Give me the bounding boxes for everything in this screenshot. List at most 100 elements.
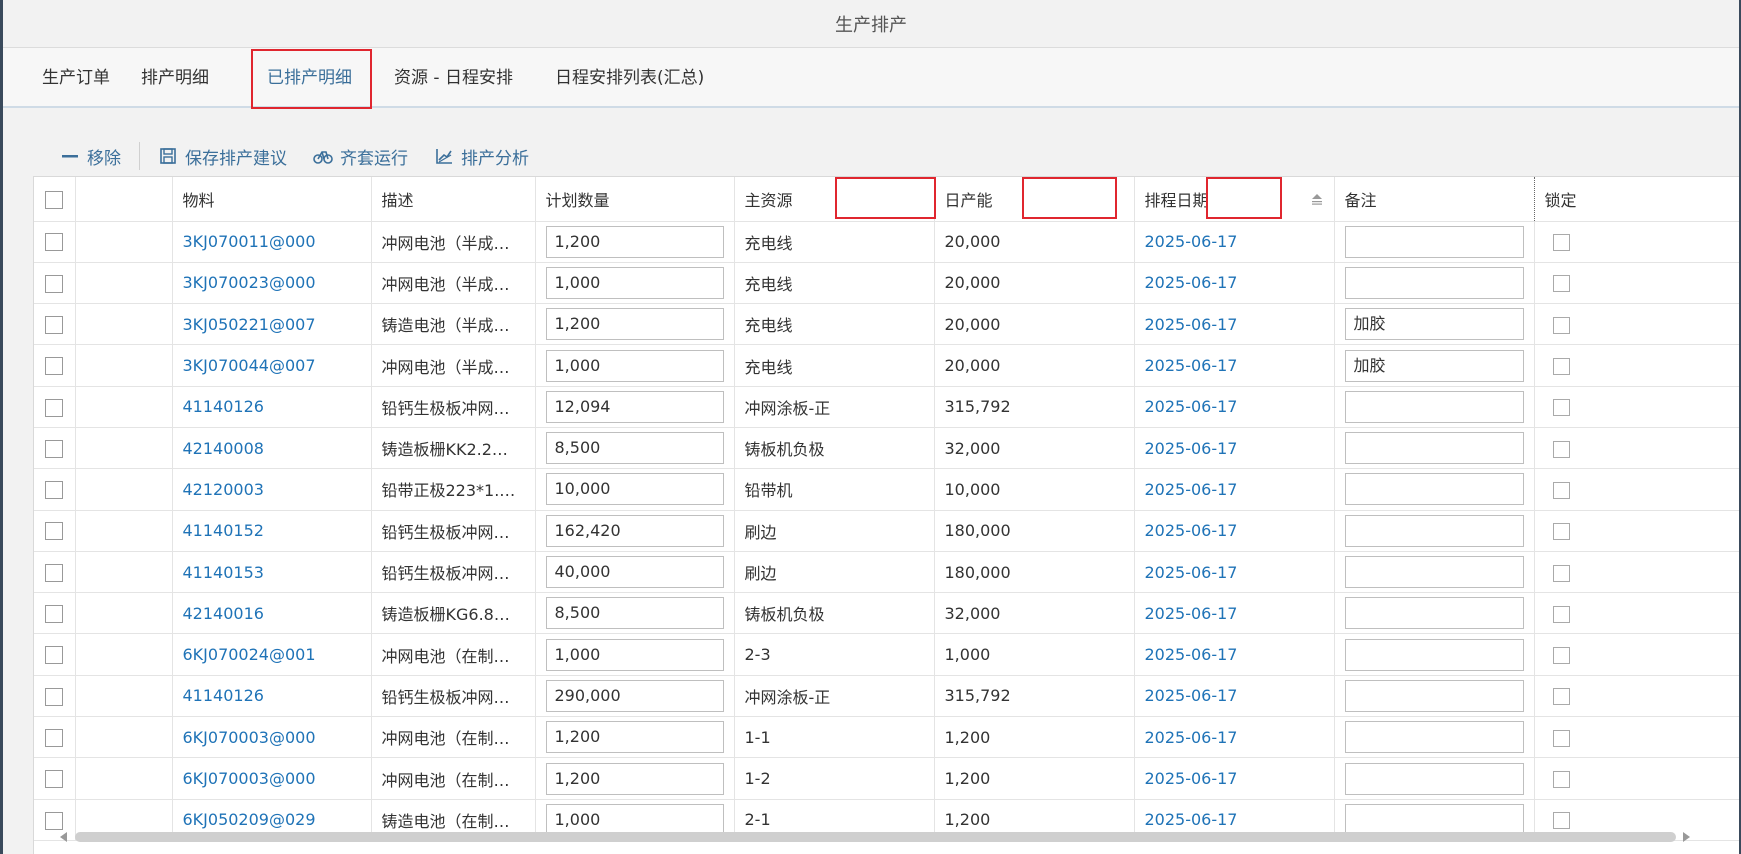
- row-select-checkbox[interactable]: [45, 522, 64, 541]
- planned-qty-input[interactable]: 290,000: [545, 679, 724, 712]
- schedule-date-link[interactable]: 2025-06-17: [1134, 468, 1335, 511]
- schedule-date-link[interactable]: 2025-06-17: [1134, 592, 1335, 635]
- header-daily-capacity[interactable]: 日产能: [934, 177, 1135, 222]
- material-link[interactable]: 41140126: [172, 675, 372, 718]
- material-link[interactable]: 6KJ070024@001: [172, 633, 372, 676]
- planned-qty-input[interactable]: 1,000: [545, 266, 724, 299]
- material-link[interactable]: 41140153: [172, 551, 372, 594]
- schedule-date-link[interactable]: 2025-06-17: [1134, 551, 1335, 594]
- row-select-checkbox[interactable]: [45, 605, 64, 624]
- material-link[interactable]: 41140126: [172, 386, 372, 428]
- header-material[interactable]: 物料: [172, 177, 372, 222]
- scheduling-analysis-button[interactable]: 排产分析: [434, 144, 529, 169]
- schedule-date-link[interactable]: 2025-06-17: [1134, 427, 1335, 470]
- planned-qty-input[interactable]: 1,000: [545, 803, 724, 836]
- table-row[interactable]: 42120003 铅带正极223*1.… 10,000 铅带机 10,000 2025-0…: [34, 468, 1739, 511]
- row-select-checkbox[interactable]: [45, 811, 64, 830]
- material-link[interactable]: 3KJ070044@007: [172, 344, 372, 387]
- lock-checkbox[interactable]: [1552, 812, 1570, 830]
- table-row[interactable]: 6KJ070024@001 冲网电池（在制… 1,000 2-3 1,000 2025-0…: [34, 633, 1739, 676]
- material-link[interactable]: 42140016: [172, 592, 372, 635]
- row-select-checkbox[interactable]: [45, 646, 64, 665]
- lock-checkbox[interactable]: [1552, 523, 1570, 541]
- scroll-left-arrow-icon[interactable]: [60, 832, 67, 842]
- schedule-date-link[interactable]: 2025-06-17: [1134, 386, 1335, 428]
- remark-input[interactable]: [1344, 390, 1524, 423]
- material-link[interactable]: 42140008: [172, 427, 372, 470]
- remark-input[interactable]: [1344, 638, 1524, 671]
- schedule-date-link[interactable]: 2025-06-17: [1134, 675, 1335, 718]
- row-select-checkbox[interactable]: [45, 439, 64, 458]
- sort-ascending-icon[interactable]: [1310, 192, 1324, 206]
- horizontal-scrollbar[interactable]: [75, 832, 1676, 842]
- row-select-checkbox[interactable]: [45, 687, 64, 706]
- header-lock[interactable]: 锁定: [1534, 177, 1739, 222]
- schedule-date-link[interactable]: 2025-06-17: [1134, 262, 1335, 305]
- schedule-date-link[interactable]: 2025-06-17: [1134, 757, 1335, 800]
- material-link[interactable]: 6KJ070003@000: [172, 716, 372, 759]
- table-row[interactable]: 42140016 铸造板栅KG6.8… 8,500 铸板机负极 32,000 2025-0…: [34, 592, 1739, 635]
- table-row[interactable]: 41140153 铅钙生极板冲网… 40,000 刷边 180,000 2025-06-1…: [34, 551, 1739, 594]
- lock-checkbox[interactable]: [1552, 275, 1570, 293]
- remark-input[interactable]: [1344, 432, 1524, 465]
- planned-qty-input[interactable]: 1,200: [545, 721, 724, 754]
- row-select-checkbox[interactable]: [45, 563, 64, 582]
- table-row[interactable]: 42140008 铸造板栅KK2.2… 8,500 铸板机负极 32,000 2025-0…: [34, 427, 1739, 470]
- planned-qty-input[interactable]: 40,000: [545, 556, 724, 589]
- remove-button[interactable]: 移除: [60, 144, 121, 169]
- lock-checkbox[interactable]: [1552, 564, 1570, 582]
- table-row[interactable]: 3KJ070044@007 冲网电池（半成… 1,000 充电线 20,000 2025-…: [34, 344, 1739, 387]
- tab-resource-schedule[interactable]: 资源 - 日程安排: [394, 48, 513, 108]
- tab-scheduling-detail[interactable]: 排产明细: [141, 48, 209, 108]
- header-description[interactable]: 描述: [371, 177, 536, 222]
- remark-input[interactable]: [1344, 266, 1524, 299]
- remark-input[interactable]: [1344, 597, 1524, 630]
- row-select-checkbox[interactable]: [45, 728, 64, 747]
- tab-schedule-summary[interactable]: 日程安排列表(汇总): [555, 48, 704, 108]
- row-select-checkbox[interactable]: [45, 398, 64, 417]
- header-planned-qty[interactable]: 计划数量: [535, 177, 735, 222]
- lock-checkbox[interactable]: [1552, 316, 1570, 334]
- table-row[interactable]: 3KJ070011@000 冲网电池（半成… 1,200 充电线 20,000 2025-…: [34, 221, 1739, 263]
- remark-input[interactable]: [1344, 473, 1524, 506]
- lock-checkbox[interactable]: [1552, 399, 1570, 417]
- row-select-checkbox[interactable]: [45, 315, 64, 334]
- planned-qty-input[interactable]: 8,500: [545, 432, 724, 465]
- schedule-date-link[interactable]: 2025-06-17: [1134, 344, 1335, 387]
- row-select-checkbox[interactable]: [45, 481, 64, 500]
- planned-qty-input[interactable]: 1,200: [545, 225, 724, 258]
- table-row[interactable]: 6KJ070003@000 冲网电池（在制… 1,200 1-2 1,200 2025-0…: [34, 757, 1739, 800]
- schedule-date-link[interactable]: 2025-06-17: [1134, 510, 1335, 552]
- planned-qty-input[interactable]: 1,200: [545, 762, 724, 795]
- material-link[interactable]: 3KJ070011@000: [172, 221, 372, 263]
- tab-production-orders[interactable]: 生产订单: [42, 48, 110, 108]
- material-link[interactable]: 3KJ070023@000: [172, 262, 372, 305]
- table-row[interactable]: 3KJ070023@000 冲网电池（半成… 1,000 充电线 20,000 2025-…: [34, 262, 1739, 305]
- planned-qty-input[interactable]: 1,200: [545, 308, 724, 341]
- remark-input[interactable]: [1344, 721, 1524, 754]
- material-link[interactable]: 42120003: [172, 468, 372, 511]
- row-select-checkbox[interactable]: [45, 233, 64, 252]
- schedule-date-link[interactable]: 2025-06-17: [1134, 716, 1335, 759]
- table-row[interactable]: 41140126 铅钙生极板冲网… 12,094 冲网涂板-正 315,792 2025-…: [34, 386, 1739, 428]
- lock-checkbox[interactable]: [1552, 688, 1570, 706]
- table-row[interactable]: 3KJ050221@007 铸造电池（半成… 1,200 充电线 20,000 2025-…: [34, 303, 1739, 346]
- remark-input[interactable]: [1344, 514, 1524, 547]
- remark-input[interactable]: 加胶: [1344, 349, 1524, 382]
- schedule-date-link[interactable]: 2025-06-17: [1134, 221, 1335, 263]
- planned-qty-input[interactable]: 12,094: [545, 390, 724, 423]
- lock-checkbox[interactable]: [1552, 605, 1570, 623]
- remark-input[interactable]: [1344, 556, 1524, 589]
- material-link[interactable]: 6KJ070003@000: [172, 757, 372, 800]
- row-select-checkbox[interactable]: [45, 357, 64, 376]
- planned-qty-input[interactable]: 1,000: [545, 349, 724, 382]
- schedule-date-link[interactable]: 2025-06-17: [1134, 633, 1335, 676]
- remark-input[interactable]: [1344, 225, 1524, 258]
- remark-input[interactable]: [1344, 803, 1524, 836]
- lock-checkbox[interactable]: [1552, 481, 1570, 499]
- scroll-right-arrow-icon[interactable]: [1683, 832, 1690, 842]
- planned-qty-input[interactable]: 1,000: [545, 638, 724, 671]
- remark-input[interactable]: 加胶: [1344, 308, 1524, 341]
- lock-checkbox[interactable]: [1552, 729, 1570, 747]
- row-select-checkbox[interactable]: [45, 770, 64, 789]
